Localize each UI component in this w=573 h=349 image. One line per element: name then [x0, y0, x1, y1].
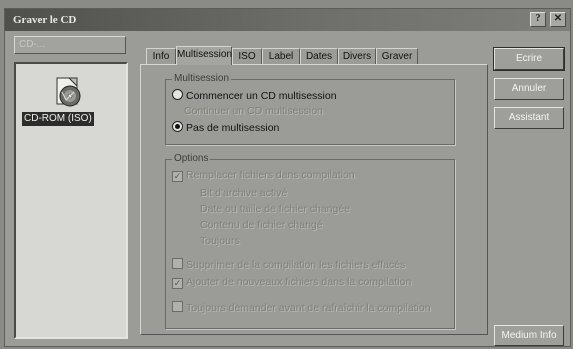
radio-none-label: Pas de multisession	[186, 122, 280, 134]
radio-continue-label: Continuer un CD multisession	[184, 105, 323, 117]
radio-start-multisession[interactable]: Commencer un CD multisession	[172, 89, 337, 102]
wizard-button[interactable]: Assistant	[494, 107, 564, 129]
add-files-checkbox[interactable]: ✓ Ajouter de nouveaux fichiers dans la co…	[172, 276, 411, 289]
drive-select[interactable]: CD-...	[14, 36, 126, 54]
date-size-label: Date ou taille de fichier changée	[200, 203, 351, 215]
replace-files-label: Remplacer fichiers dans compilation	[186, 169, 355, 181]
always-label: Toujours	[200, 235, 240, 247]
checkbox-checked-icon: ✓	[172, 278, 183, 289]
always-option: Toujours	[200, 235, 240, 247]
checkbox-empty-icon	[172, 258, 183, 269]
tab-multisession[interactable]: Multisession	[176, 46, 232, 65]
window-title: Graver le CD	[13, 14, 77, 26]
checkbox-checked-icon: ✓	[172, 171, 183, 182]
options-group: Options ✓ Remplacer fichiers dans compila…	[165, 153, 455, 329]
date-size-option: Date ou taille de fichier changée	[200, 203, 350, 215]
medium-info-button[interactable]: Medium Info	[494, 325, 564, 346]
tab-content-multisession: Multisession Commencer un CD multisessio…	[140, 64, 488, 335]
content-changed-label: Contenu de fichier changé	[200, 219, 323, 231]
cd-rom-item[interactable]: CD-ROM (ISO)	[22, 112, 94, 126]
tab-iso[interactable]: ISO	[232, 48, 262, 64]
add-files-label: Ajouter de nouveaux fichiers dans la com…	[186, 276, 412, 288]
tab-divers[interactable]: Divers	[338, 48, 376, 64]
tab-label[interactable]: Label	[262, 48, 300, 64]
close-button[interactable]: ✕	[550, 12, 566, 27]
replace-files-checkbox[interactable]: ✓ Remplacer fichiers dans compilation	[172, 169, 355, 182]
archive-bit-option: Bit d'archive activé	[200, 187, 287, 199]
tab-dates[interactable]: Dates	[300, 48, 338, 64]
radio-start-label: Commencer un CD multisession	[186, 90, 337, 102]
multisession-group-title: Multisession	[172, 73, 232, 84]
tab-graver[interactable]: Graver	[376, 48, 418, 64]
write-button[interactable]: Ecrire	[493, 47, 565, 71]
multisession-group: Multisession Commencer un CD multisessio…	[165, 73, 455, 145]
delete-files-label: Supprimer de la compilation les fichiers…	[186, 259, 406, 271]
content-changed-option: Contenu de fichier changé	[200, 219, 323, 231]
cancel-button[interactable]: Annuler	[494, 78, 564, 100]
help-button[interactable]: ?	[530, 12, 546, 27]
radio-icon	[172, 89, 183, 100]
always-ask-checkbox[interactable]: Toujours demander avant de rafraîchir la…	[172, 301, 431, 314]
delete-files-checkbox[interactable]: Supprimer de la compilation les fichiers…	[172, 258, 405, 271]
always-ask-label: Toujours demander avant de rafraîchir la…	[186, 302, 431, 314]
radio-no-multisession[interactable]: Pas de multisession	[172, 121, 279, 134]
checkbox-empty-icon	[172, 301, 183, 312]
title-bar: Graver le CD ? ✕	[5, 9, 570, 31]
options-group-title: Options	[172, 153, 211, 164]
compilation-panel: CD-ROM (ISO)	[14, 62, 128, 339]
cd-rom-icon	[56, 77, 81, 107]
archive-bit-label: Bit d'archive activé	[200, 187, 288, 199]
radio-continue-multisession: Continuer un CD multisession	[184, 105, 323, 117]
radio-selected-icon	[172, 121, 183, 132]
tab-info[interactable]: Info	[146, 48, 176, 64]
